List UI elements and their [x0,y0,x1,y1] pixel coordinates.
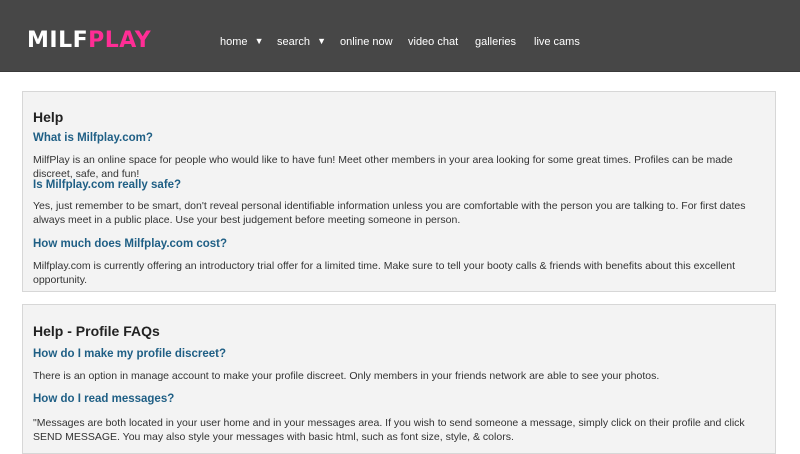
help-answer-cost: Milfplay.com is currently offering an in… [33,260,736,286]
nav-search-label: search [277,36,311,48]
nav-galleries-label: galleries [475,36,516,48]
help-question-is-safe[interactable]: Is Milfplay.com really safe? [33,178,181,192]
nav-home-label: home [220,36,248,48]
nav-video-chat-label: video chat [408,36,459,48]
nav-galleries[interactable]: galleries [475,35,516,49]
logo-text-part1: MILF [27,28,89,53]
logo-text-part2: PLAY [88,28,152,53]
help-panel: Help What is Milfplay.com? MilfPlay is a… [22,91,776,292]
faq-question-read-messages[interactable]: How do I read messages? [33,392,174,406]
nav-video-chat[interactable]: video chat [408,35,458,49]
help-answer-is-safe: Yes, just remember to be smart, don't re… [33,200,746,226]
nav-live-cams-label: live cams [534,36,580,48]
profile-faqs-title: Help - Profile FAQs [33,323,160,339]
nav-search[interactable]: search ▼ [277,35,326,49]
site-header: MILF PLAY home ▼ search ▼ online now vide… [0,0,800,72]
help-question-cost[interactable]: How much does Milfplay.com cost? [33,237,227,251]
profile-faqs-panel: Help - Profile FAQs How do I make my pro… [22,304,776,454]
caret-down-icon: ▼ [317,36,327,46]
nav-online-now[interactable]: online now [340,35,393,49]
caret-down-icon: ▼ [254,36,264,46]
nav-live-cams[interactable]: live cams [534,35,580,49]
help-answer-what-is: MilfPlay is an online space for people w… [33,154,733,180]
help-question-what-is[interactable]: What is Milfplay.com? [33,131,153,145]
faq-answer-read-messages: "Messages are both located in your user … [33,417,745,443]
help-title: Help [33,109,64,125]
faq-answer-discreet: There is an option in manage account to … [33,370,660,382]
nav-online-now-label: online now [340,36,393,48]
nav-home[interactable]: home ▼ [220,35,264,49]
faq-question-discreet[interactable]: How do I make my profile discreet? [33,347,226,361]
site-logo[interactable]: MILF PLAY [27,28,151,54]
